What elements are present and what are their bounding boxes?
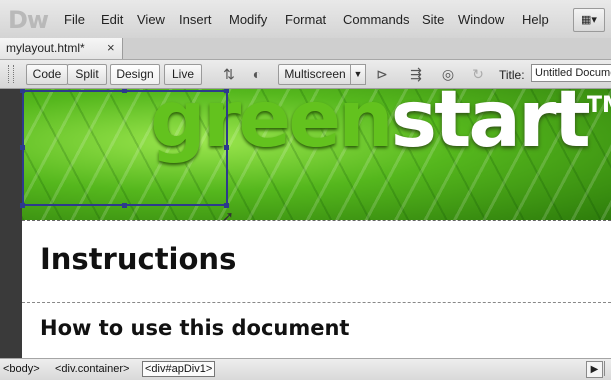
- menu-file[interactable]: File: [64, 12, 85, 27]
- heading-instructions[interactable]: Instructions: [40, 242, 236, 276]
- menu-help[interactable]: Help: [522, 12, 549, 27]
- layout-switcher-icon[interactable]: ▦▾: [573, 8, 605, 32]
- resize-handle[interactable]: [224, 89, 229, 93]
- multiscreen-button[interactable]: Multiscreen: [278, 64, 352, 85]
- mouse-cursor-icon: ➚: [222, 208, 234, 224]
- tag-div-apdiv1[interactable]: <div#apDiv1>: [142, 361, 216, 377]
- menu-commands[interactable]: Commands: [343, 12, 409, 27]
- apdiv1-selection-box[interactable]: [22, 90, 228, 206]
- menu-site[interactable]: Site: [422, 12, 444, 27]
- browser-compat-globe-icon[interactable]: ◐: [245, 65, 269, 83]
- title-label: Title:: [499, 68, 525, 82]
- document-title-field[interactable]: Untitled Document: [531, 64, 611, 82]
- close-tab-icon[interactable]: ×: [107, 40, 115, 55]
- banner-start-text: start: [390, 89, 591, 165]
- split-view-button[interactable]: Split: [67, 64, 107, 85]
- section-divider: [22, 302, 611, 303]
- menu-modify[interactable]: Modify: [229, 12, 267, 27]
- document-tab-label: mylayout.html*: [6, 41, 85, 55]
- document-toolbar: Code Split Design Live ⇅ ◐ Multiscreen ▼…: [0, 60, 611, 89]
- toolbar-grip[interactable]: [8, 65, 14, 83]
- live-view-button[interactable]: Live: [164, 64, 202, 85]
- resize-handle[interactable]: [122, 203, 127, 208]
- tag-div-container[interactable]: <div.container>: [55, 363, 129, 375]
- resize-handle[interactable]: [224, 145, 229, 150]
- inspect-icon[interactable]: ⊳: [370, 65, 394, 83]
- chevron-down-icon[interactable]: ▼: [350, 64, 366, 85]
- file-management-icon[interactable]: ⇶: [404, 65, 428, 83]
- app-logo: Dw: [8, 6, 49, 34]
- live-code-icon[interactable]: ⇅: [217, 65, 241, 83]
- preview-in-browser-icon[interactable]: ◎: [436, 65, 460, 83]
- menu-edit[interactable]: Edit: [101, 12, 123, 27]
- canvas-left-margin: [0, 89, 22, 358]
- menu-insert[interactable]: Insert: [179, 12, 212, 27]
- tag-selector-bar: <body> <div.container> <div#apDiv1> ▶: [0, 358, 611, 380]
- code-view-button[interactable]: Code: [26, 64, 68, 85]
- resize-handle[interactable]: [20, 145, 25, 150]
- refresh-icon[interactable]: ↻: [466, 65, 490, 83]
- hand-tool-icon[interactable]: [604, 361, 611, 376]
- design-view-button[interactable]: Design: [110, 64, 160, 85]
- document-tab[interactable]: mylayout.html* ×: [0, 38, 123, 59]
- menu-format[interactable]: Format: [285, 12, 326, 27]
- select-tool-icon[interactable]: ▶: [586, 361, 603, 378]
- design-canvas[interactable]: greenstart TM ➚ Instructions How to use …: [0, 89, 611, 358]
- heading-how-to-use[interactable]: How to use this document: [40, 316, 349, 340]
- trademark-mark: TM: [587, 93, 611, 118]
- resize-handle[interactable]: [20, 203, 25, 208]
- banner-divider: [22, 220, 611, 221]
- menu-window[interactable]: Window: [458, 12, 504, 27]
- menu-bar: Dw File Edit View Insert Modify Format C…: [0, 0, 611, 39]
- menu-view[interactable]: View: [137, 12, 165, 27]
- resize-handle[interactable]: [20, 89, 25, 93]
- tag-body[interactable]: <body>: [3, 363, 40, 375]
- document-tab-bar: mylayout.html* ×: [0, 38, 611, 60]
- resize-handle[interactable]: [122, 89, 127, 93]
